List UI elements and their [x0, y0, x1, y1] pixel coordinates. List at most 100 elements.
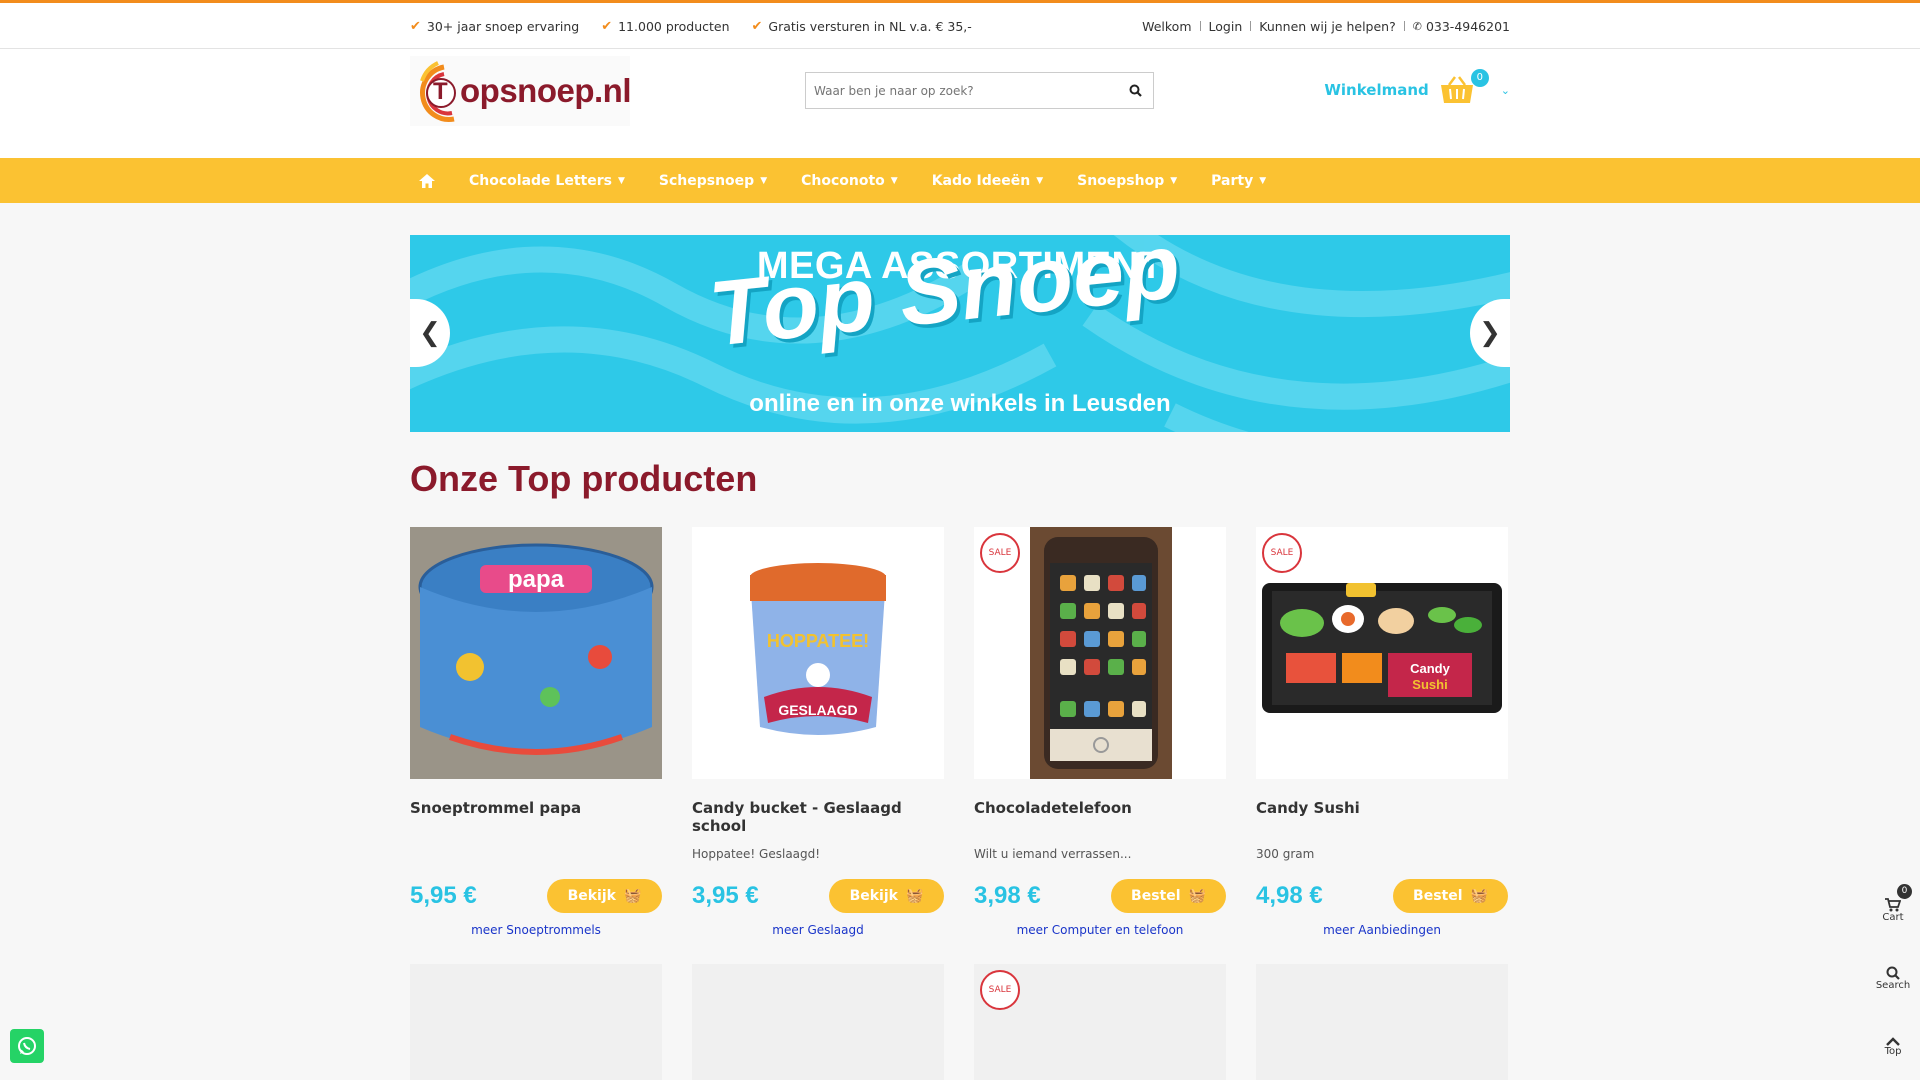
check-icon: ✔ [410, 18, 421, 34]
sale-badge: SALE [1262, 533, 1302, 573]
chevron-down-icon: ▼ [1036, 175, 1044, 186]
order-button[interactable]: Bestel 🧺 [1111, 879, 1226, 913]
usp-label: 11.000 producten [618, 18, 730, 34]
whatsapp-button[interactable] [10, 1029, 44, 1063]
home-icon [419, 173, 435, 188]
product-title[interactable]: Snoeptrommel papa [410, 799, 662, 839]
main-nav: Chocolade Letters ▼ Schepsnoep ▼ Choconoto… [0, 158, 1920, 203]
nav-item-choconoto[interactable]: Choconoto ▼ [801, 173, 898, 189]
product-title[interactable]: Chocoladetelefoon [974, 799, 1226, 839]
more-category-link[interactable]: meer Computer en telefoon [974, 923, 1226, 937]
chevron-right-icon: ❯ [1479, 318, 1501, 348]
banner-subtitle: online en in onze winkels in Leusden [749, 390, 1171, 417]
order-button[interactable]: Bestel 🧺 [1393, 879, 1508, 913]
usp-label: 30+ jaar snoep ervaring [426, 18, 580, 34]
product-price: 4,98 € [1256, 882, 1323, 909]
nav-item-label: Party [1211, 172, 1254, 189]
product-card: SALE Chocoladetelefoon Wilt u iemand ver… [974, 527, 1226, 937]
nav-item-chocolade-letters[interactable]: Chocolade Letters ▼ [469, 173, 625, 189]
search-button[interactable] [1117, 73, 1153, 108]
product-image[interactable]: papa [410, 527, 662, 779]
button-label: Bekijk [849, 888, 898, 904]
chevron-down-icon: ⌄ [1500, 83, 1510, 97]
divider [1250, 21, 1252, 31]
product-card: GESLAAGD HOPPATEE! Candy bucket - Geslaa… [692, 527, 944, 937]
product-card: papa Snoeptrommel papa 5,95 € Bekijk 🧺 me… [410, 527, 662, 937]
phone-icon: ✆ [1412, 19, 1422, 33]
usp-bar: ✔ 30+ jaar snoep ervaring ✔ 11.000 product… [0, 0, 1920, 49]
section-title: Onze Top producten [410, 458, 758, 499]
search-icon [1129, 84, 1142, 97]
basket-icon: 🧺 [1470, 888, 1488, 904]
chevron-down-icon: ▼ [890, 175, 898, 186]
logo-mark-letter: T [433, 78, 448, 105]
more-category-link[interactable]: meer Geslaagd [692, 923, 944, 937]
help-link[interactable]: Kunnen wij je helpen? [1259, 19, 1395, 34]
chevron-down-icon: ▼ [760, 175, 768, 186]
login-link[interactable]: Login [1209, 19, 1243, 34]
product-title[interactable]: Candy bucket - Geslaagd school [692, 799, 944, 839]
search-icon [1886, 966, 1900, 980]
nav-item-schepsnoep[interactable]: Schepsnoep ▼ [659, 173, 767, 189]
top-links: Welkom Login Kunnen wij je helpen? ✆ 033… [1142, 19, 1510, 34]
chevron-left-icon: ❮ [419, 318, 441, 348]
svg-text:Sushi: Sushi [1412, 677, 1447, 692]
more-category-link[interactable]: meer Snoeptrommels [410, 923, 662, 937]
view-button[interactable]: Bekijk 🧺 [547, 879, 662, 913]
basket-icon: 🧺 [905, 888, 924, 904]
view-button[interactable]: Bekijk 🧺 [829, 879, 944, 913]
nav-item-party[interactable]: Party ▼ [1211, 173, 1266, 189]
nav-home[interactable] [410, 158, 444, 203]
side-top-button[interactable]: Top [1866, 1012, 1920, 1080]
side-cart-button[interactable]: 0 Cart [1866, 876, 1920, 944]
divider [1199, 21, 1201, 31]
svg-text:GESLAAGD: GESLAAGD [778, 702, 857, 718]
nav-item-kado-ideeen[interactable]: Kado Ideeën ▼ [932, 173, 1043, 189]
site-header: T opsnoep.nl Winkelmand 0 ⌄ [0, 49, 1920, 158]
product-grid: papa Snoeptrommel papa 5,95 € Bekijk 🧺 me… [410, 527, 1510, 937]
side-search-button[interactable]: Search [1866, 944, 1920, 1012]
button-label: Bestel [1413, 888, 1463, 904]
phone-link[interactable]: 033-4946201 [1426, 19, 1510, 34]
button-label: Bestel [1131, 888, 1181, 904]
nav-item-label: Snoepshop [1077, 172, 1165, 189]
product-price: 3,98 € [974, 882, 1041, 909]
product-subtitle: 300 gram [1256, 847, 1315, 861]
hero-banner[interactable]: MEGA ASSORTIMENT Top Snoep online en in … [410, 235, 1510, 432]
site-logo[interactable]: T opsnoep.nl [410, 56, 632, 126]
sale-badge: SALE [980, 533, 1020, 573]
basket-icon: 0 [1439, 69, 1489, 105]
svg-text:Candy: Candy [1410, 661, 1451, 676]
chevron-down-icon: ▼ [1170, 175, 1178, 186]
product-image-placeholder[interactable] [692, 964, 944, 1080]
product-image-placeholder[interactable]: SALE [974, 964, 1226, 1080]
product-subtitle [410, 847, 662, 863]
usp-item: ✔ 30+ jaar snoep ervaring [410, 19, 579, 34]
divider [1403, 21, 1405, 31]
product-image-placeholder[interactable] [1256, 964, 1508, 1080]
product-image-placeholder[interactable] [410, 964, 662, 1080]
side-cart-label: Cart [1882, 911, 1904, 923]
side-top-label: Top [1884, 1045, 1902, 1057]
side-toolbar: 0 Cart Search Top [1866, 876, 1920, 1080]
usp-item: ✔ Gratis versturen in NL v.a. € 35,- [752, 19, 972, 34]
search-box [805, 72, 1154, 109]
more-category-link[interactable]: meer Aanbiedingen [1256, 923, 1508, 937]
product-image[interactable]: GESLAAGD HOPPATEE! [692, 527, 944, 779]
welcome-link[interactable]: Welkom [1142, 19, 1191, 34]
product-title[interactable]: Candy Sushi [1256, 799, 1508, 839]
basket-icon: 🧺 [623, 888, 642, 904]
cart-widget[interactable]: Winkelmand 0 ⌄ [1324, 69, 1510, 105]
logo-text: opsnoep.nl [460, 72, 632, 109]
check-icon: ✔ [601, 18, 613, 34]
nav-item-snoepshop[interactable]: Snoepshop ▼ [1077, 173, 1177, 189]
side-search-label: Search [1875, 979, 1911, 991]
search-input[interactable] [806, 73, 1117, 108]
usp-list: ✔ 30+ jaar snoep ervaring ✔ 11.000 product… [410, 19, 972, 34]
chevron-down-icon: ▼ [1259, 175, 1267, 186]
button-label: Bekijk [567, 888, 616, 904]
svg-text:HOPPATEE!: HOPPATEE! [767, 631, 869, 651]
product-subtitle: Wilt u iemand verrassen... [974, 847, 1132, 861]
nav-item-label: Schepsnoep [658, 172, 755, 189]
chevron-down-icon: ▼ [617, 175, 625, 186]
